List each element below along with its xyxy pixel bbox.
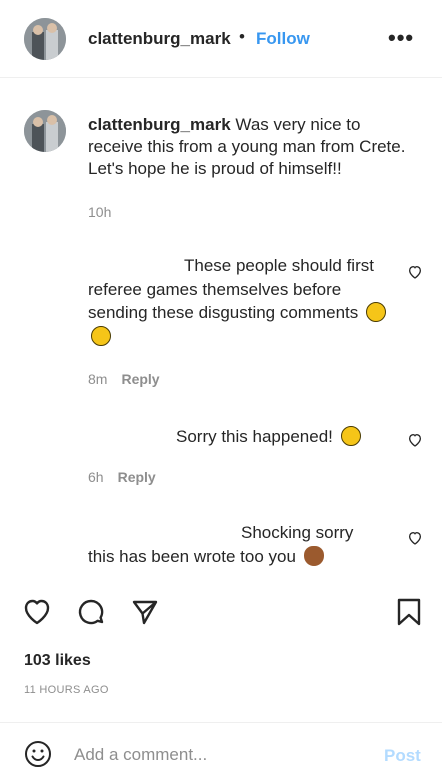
share-icon[interactable] [130, 597, 160, 627]
comment-meta: 8m Reply [88, 371, 160, 387]
comment-body: Sorry this happened! [176, 427, 333, 446]
comment-text: These people should first referee games … [88, 254, 388, 348]
heart-icon[interactable] [22, 597, 52, 627]
action-bar [0, 590, 442, 634]
reply-button[interactable]: Reply [121, 371, 159, 387]
avatar[interactable] [24, 110, 66, 152]
caption-text: clattenburg_mark Was very nice to receiv… [88, 114, 418, 180]
separator-dot: • [239, 27, 245, 46]
avatar[interactable] [24, 18, 66, 60]
smiley-icon[interactable] [24, 740, 52, 768]
bookmark-icon[interactable] [394, 597, 424, 627]
grinning-face-emoji [91, 325, 111, 346]
comment-timestamp: 8m [88, 371, 108, 387]
tired-face-emoji [366, 302, 386, 322]
like-comment-heart-icon[interactable] [407, 530, 423, 546]
caption-timestamp: 10h [88, 204, 112, 220]
comment-input[interactable] [74, 745, 364, 765]
more-options-icon[interactable]: ••• [388, 25, 414, 51]
follow-button[interactable]: Follow [256, 29, 310, 49]
add-comment-bar: Post [0, 722, 442, 768]
like-comment-heart-icon[interactable] [407, 432, 423, 448]
comment-text: Sorry this happened! [176, 425, 396, 449]
like-comment-heart-icon[interactable] [407, 264, 423, 280]
comment-meta: 6h Reply [88, 469, 156, 485]
post-button[interactable]: Post [384, 746, 421, 766]
comment-body: These people should first referee games … [88, 256, 374, 322]
comment-icon[interactable] [76, 597, 106, 627]
reply-button[interactable]: Reply [118, 469, 156, 485]
see-no-evil-monkey-emoji [303, 545, 324, 566]
header-username[interactable]: clattenburg_mark [88, 29, 231, 49]
post-header: clattenburg_mark • Follow ••• [0, 0, 442, 78]
comment-timestamp: 6h [88, 469, 104, 485]
likes-count[interactable]: 103 likes [24, 652, 91, 670]
sad-face-emoji [340, 426, 361, 446]
caption-username[interactable]: clattenburg_mark [88, 115, 231, 134]
post-timestamp: 11 HOURS AGO [24, 684, 109, 696]
comment-text: Shocking sorry this has been wrote too y… [88, 521, 378, 568]
